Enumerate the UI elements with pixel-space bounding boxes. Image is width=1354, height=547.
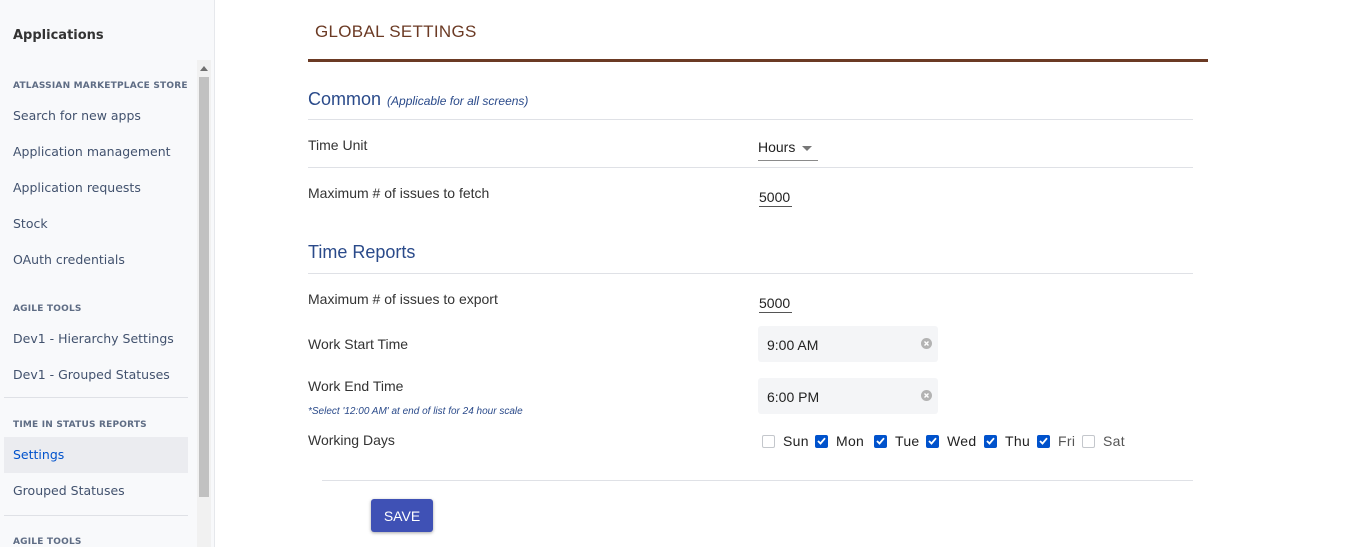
sidebar-section-agile-tools: AGILE TOOLS [13, 304, 82, 314]
day-label: Wed [947, 433, 977, 449]
section-common: Common (Applicable for all screens) [308, 89, 528, 110]
clear-icon[interactable] [921, 390, 932, 401]
work-start-field[interactable]: 9:00 AM [758, 326, 938, 362]
day-checkbox-mon[interactable]: Mon [815, 433, 864, 449]
day-label: Thu [1005, 433, 1031, 449]
sidebar-item-oauth-credentials[interactable]: OAuth credentials [4, 242, 188, 278]
divider [322, 480, 1193, 481]
day-checkbox-thu[interactable]: Thu [984, 433, 1030, 449]
day-checkbox-wed[interactable]: Wed [926, 433, 976, 449]
check-icon[interactable] [984, 434, 997, 448]
day-checkbox-tue[interactable]: Tue [874, 433, 920, 449]
day-label: Mon [836, 433, 865, 449]
sidebar-scrollbar-thumb[interactable] [199, 77, 209, 497]
work-end-label: Work End Time [308, 378, 404, 394]
caret-down-icon [802, 146, 812, 151]
working-days-label: Working Days [308, 432, 395, 448]
check-icon[interactable] [1037, 434, 1050, 448]
checkbox[interactable] [1082, 434, 1095, 448]
work-start-label: Work Start Time [308, 336, 409, 352]
title-divider [308, 59, 1208, 62]
work-end-field[interactable]: 6:00 PM [758, 378, 938, 414]
checkbox[interactable] [762, 434, 775, 448]
section-common-subheading: (Applicable for all screens) [387, 94, 529, 108]
sidebar-section-marketplace: ATLASSIAN MARKETPLACE STORE [13, 81, 188, 91]
check-icon[interactable] [815, 434, 828, 448]
time-unit-select[interactable]: Hours [758, 136, 818, 161]
sidebar-divider [4, 397, 188, 398]
work-start-value: 9:00 AM [767, 337, 819, 353]
page-title: GLOBAL SETTINGS [315, 22, 477, 41]
divider [308, 167, 1193, 168]
check-icon[interactable] [926, 434, 939, 448]
sidebar-item-application-management[interactable]: Application management [4, 134, 188, 170]
sidebar-item-search-apps[interactable]: Search for new apps [4, 98, 188, 134]
day-checkbox-fri[interactable]: Fri [1037, 433, 1075, 449]
clear-icon[interactable] [921, 338, 932, 349]
sidebar-item-application-requests[interactable]: Application requests [4, 170, 188, 206]
day-label: Sat [1103, 433, 1125, 449]
sidebar-app-title[interactable]: Applications [13, 28, 104, 43]
sidebar-item-settings[interactable]: Settings [4, 437, 188, 473]
sidebar-divider [4, 515, 188, 516]
time-unit-label: Time Unit [308, 137, 368, 153]
day-label: Sun [783, 433, 809, 449]
sidebar: Applications ATLASSIAN MARKETPLACE STORE… [0, 0, 215, 547]
section-time-reports-heading: Time Reports [308, 242, 416, 262]
section-common-heading: Common [308, 89, 382, 109]
day-checkbox-sat[interactable]: Sat [1082, 433, 1125, 449]
sidebar-item-stock[interactable]: Stock [4, 206, 188, 242]
divider [308, 119, 1193, 120]
work-end-hint: *Select '12:00 AM' at end of list for 24… [308, 406, 523, 417]
time-unit-value: Hours [758, 139, 796, 155]
divider [308, 273, 1193, 274]
sidebar-item-grouped-statuses-dev1[interactable]: Dev1 - Grouped Statuses [4, 357, 188, 393]
max-export-label: Maximum # of issues to export [308, 291, 498, 307]
work-end-value: 6:00 PM [767, 389, 820, 405]
max-export-input[interactable]: 5000 [759, 295, 792, 313]
check-icon[interactable] [874, 434, 887, 448]
day-label: Fri [1058, 433, 1076, 449]
day-label: Tue [895, 433, 920, 449]
max-fetch-label: Maximum # of issues to fetch [308, 185, 490, 201]
day-checkbox-sun[interactable]: Sun [762, 433, 809, 449]
sidebar-item-hierarchy-settings[interactable]: Dev1 - Hierarchy Settings [4, 321, 188, 357]
scroll-up-icon[interactable] [197, 60, 211, 76]
sidebar-item-grouped-statuses[interactable]: Grouped Statuses [4, 473, 188, 509]
save-button[interactable]: SAVE [371, 499, 433, 532]
max-fetch-input[interactable]: 5000 [759, 189, 792, 207]
sidebar-section-time-in-status: TIME IN STATUS REPORTS [13, 420, 147, 430]
sidebar-section-agile-tools-2: AGILE TOOLS [13, 537, 82, 547]
